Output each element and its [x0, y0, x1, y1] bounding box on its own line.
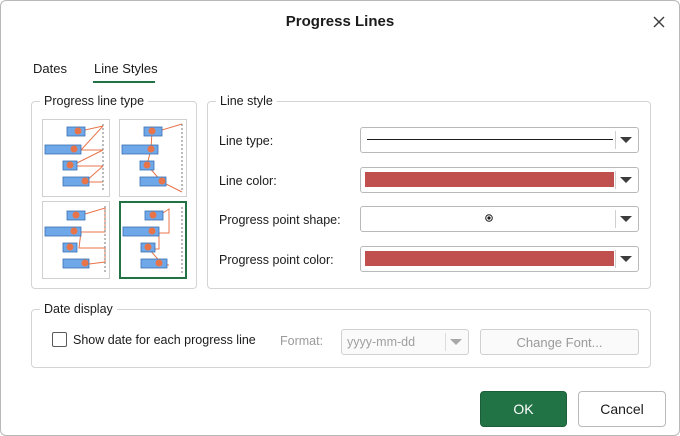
point-color-label: Progress point color: [219, 253, 334, 267]
tab-dates[interactable]: Dates [33, 61, 67, 76]
progress-lines-dialog: Progress Lines Dates Line Styles Progres… [0, 0, 680, 436]
line-color-swatch [365, 172, 614, 187]
close-icon [653, 16, 665, 28]
line-type-label: Line type: [219, 134, 274, 148]
line-color-label: Line color: [219, 174, 277, 188]
show-date-label[interactable]: Show date for each progress line [73, 333, 256, 347]
line-color-select[interactable] [360, 167, 639, 193]
date-display-legend: Date display [40, 302, 117, 316]
progress-line-type-2-preview [121, 123, 183, 193]
circle-dot-icon [485, 214, 493, 222]
tab-line-styles[interactable]: Line Styles [94, 61, 158, 76]
chevron-down-icon [620, 216, 632, 222]
progress-line-type-option-3[interactable] [42, 201, 110, 279]
active-tab-indicator [93, 81, 155, 83]
format-label: Format: [280, 334, 324, 348]
progress-line-type-option-1[interactable] [42, 119, 110, 197]
point-color-select[interactable] [360, 246, 639, 272]
chevron-down-icon [620, 177, 632, 183]
chevron-down-icon [620, 137, 632, 143]
chevron-down-icon [620, 256, 632, 262]
progress-line-type-legend: Progress line type [40, 94, 149, 108]
line-style-legend: Line style [216, 94, 277, 108]
close-button[interactable] [648, 11, 670, 33]
format-select[interactable]: yyyy-mm-dd [341, 329, 469, 355]
ok-button[interactable]: OK [480, 391, 567, 427]
point-color-swatch [365, 251, 614, 266]
progress-line-type-1-preview [44, 124, 104, 192]
format-value: yyyy-mm-dd [347, 335, 416, 349]
cancel-button[interactable]: Cancel [578, 391, 666, 427]
point-shape-label: Progress point shape: [219, 213, 341, 227]
change-font-button[interactable]: Change Font... [480, 329, 639, 355]
line-type-select[interactable] [360, 127, 639, 153]
solid-line-sample [367, 139, 613, 140]
progress-line-type-option-2[interactable] [119, 119, 187, 197]
show-date-checkbox[interactable] [52, 332, 67, 347]
progress-line-type-option-4[interactable] [119, 201, 187, 279]
point-shape-select[interactable] [360, 206, 639, 232]
dialog-title: Progress Lines [285, 13, 395, 30]
progress-line-type-3-preview [44, 206, 106, 274]
progress-line-type-4-preview [122, 207, 183, 273]
chevron-down-icon [450, 339, 462, 345]
